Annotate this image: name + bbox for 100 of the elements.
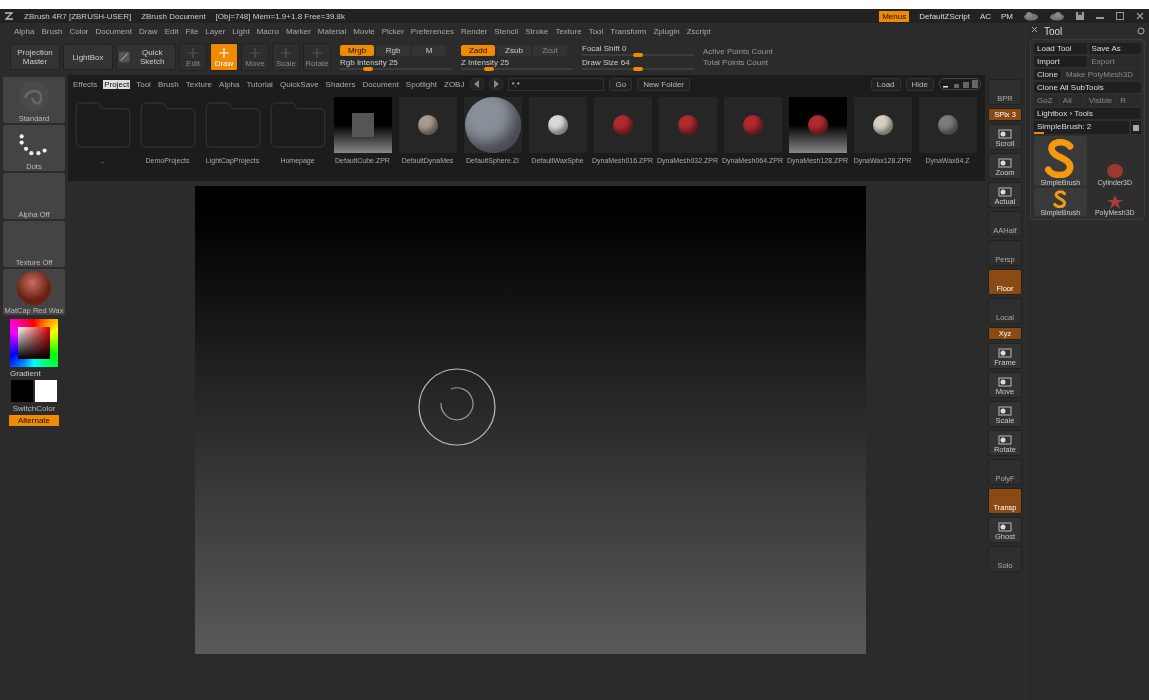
goz-option-button[interactable]: All	[1059, 95, 1084, 106]
menu-item[interactable]: Light	[230, 26, 252, 36]
lightbox-tab[interactable]: Project	[103, 79, 131, 89]
tool-slider[interactable]: SimpleBrush: 2	[1034, 121, 1129, 134]
thumbnail-size-icon[interactable]	[939, 78, 981, 90]
switch-color-button[interactable]: SwitchColor	[12, 404, 56, 413]
reset-button[interactable]	[1131, 121, 1141, 134]
menu-item[interactable]: Marker	[283, 26, 313, 36]
menu-item[interactable]: Zplugin	[651, 26, 682, 36]
slider[interactable]: Focal Shift 0	[582, 44, 694, 56]
menu-item[interactable]: Zscript	[684, 26, 713, 36]
view-icon	[998, 522, 1012, 532]
lightbox-tab[interactable]: Tutorial	[245, 79, 274, 89]
goz-option-button[interactable]: GoZ	[1034, 95, 1058, 106]
export-button[interactable]: Export	[1088, 56, 1141, 67]
cube-thumbnail	[351, 113, 374, 137]
color-picker[interactable]	[10, 319, 58, 367]
lightbox-tab[interactable]: Shaders	[324, 79, 357, 89]
menu-item[interactable]: Brush	[39, 26, 65, 36]
points-count-label: Active Points Count	[703, 47, 774, 56]
rgb-mode-button[interactable]: M	[412, 44, 446, 56]
title-toggle[interactable]: PM	[1001, 11, 1013, 21]
menu-item[interactable]: Texture	[553, 26, 584, 36]
maximize-icon[interactable]	[1115, 11, 1125, 21]
document-canvas[interactable]	[195, 186, 866, 654]
lightbox-tab[interactable]: QuickSave	[278, 79, 320, 89]
path-field[interactable]: *.*	[508, 77, 605, 91]
hide-button[interactable]: Hide	[905, 77, 934, 91]
lightbox-tools-button[interactable]: Lightbox › Tools	[1034, 108, 1141, 119]
settings-icon[interactable]	[1137, 27, 1145, 35]
cylinder-icon	[1105, 163, 1124, 179]
menu-item[interactable]: Preferences	[408, 26, 456, 36]
lightbox-tab[interactable]: ZOBJ	[443, 79, 466, 89]
lightbox-tab[interactable]: Alpha	[218, 79, 241, 89]
import-button[interactable]: Import	[1034, 56, 1087, 67]
cloud-icon[interactable]	[1049, 11, 1065, 21]
menu-item[interactable]: Macro	[254, 26, 281, 36]
lightbox-tab[interactable]: Spotlight	[404, 79, 438, 89]
go-button[interactable]: Go	[609, 77, 633, 91]
title-toggle[interactable]: AC	[979, 11, 991, 21]
lightbox-tab[interactable]: Tool	[135, 79, 152, 89]
clone-all-subtools-button[interactable]: Clone All SubTools	[1034, 82, 1141, 93]
projection-master-button[interactable]: Projection Master	[10, 44, 60, 70]
rgb-mode-button[interactable]: Mrgb	[340, 44, 374, 56]
load-button[interactable]: Load	[870, 77, 901, 91]
menu-item[interactable]: Render	[459, 26, 490, 36]
lightbox-tab[interactable]: Document	[361, 79, 400, 89]
slider[interactable]: Rgb Intensity 25	[340, 57, 452, 70]
quick-sketch-button[interactable]: Quick Sketch	[116, 44, 176, 70]
title-text: ZBrush Document	[141, 11, 206, 21]
save-as-button[interactable]: Save As	[1088, 43, 1141, 54]
palette-title: Tool	[1044, 25, 1063, 37]
gradient-label: Gradient	[10, 369, 41, 378]
menu-item[interactable]: Movie	[351, 26, 377, 36]
rgb-mode-button[interactable]: Rgb	[376, 44, 410, 56]
make-polymesh-button[interactable]: Make PolyMesh3D	[1062, 69, 1141, 80]
lightbox-tab[interactable]: Effects	[72, 79, 99, 89]
lightbox-tab[interactable]: Texture	[184, 79, 214, 89]
close-icon[interactable]	[1135, 11, 1145, 21]
material-sphere-icon	[14, 270, 54, 306]
menu-item[interactable]: Stroke	[523, 26, 551, 36]
menu-item[interactable]: Layer	[203, 26, 228, 36]
save-icon[interactable]	[1075, 11, 1085, 21]
menu-item[interactable]: Edit	[162, 26, 181, 36]
menu-item[interactable]: Transform	[608, 26, 649, 36]
back-arrow-icon	[474, 80, 481, 88]
menu-item[interactable]: Color	[67, 26, 91, 36]
lightbox-button[interactable]: LightBox	[63, 44, 113, 70]
color-swatch[interactable]	[11, 380, 33, 402]
cloud-icon[interactable]	[1023, 11, 1039, 21]
back-button[interactable]	[470, 78, 485, 90]
z-mode-button[interactable]: Zsub	[497, 44, 531, 56]
alternate-button[interactable]: Alternate	[9, 415, 59, 426]
clone-button[interactable]: Clone	[1034, 69, 1061, 80]
goz-option-button[interactable]: R	[1117, 95, 1141, 106]
slider[interactable]: Z Intensity 25	[461, 57, 573, 70]
folder-icon	[204, 102, 261, 148]
menu-item[interactable]: Draw	[136, 26, 160, 36]
lightbox-tab[interactable]: Brush	[156, 79, 180, 89]
menu-item[interactable]: Material	[315, 26, 349, 36]
load-tool-button[interactable]: Load Tool	[1034, 43, 1087, 54]
goz-option-button[interactable]: Visible	[1085, 95, 1116, 106]
folder-icon	[269, 102, 326, 148]
square-icon	[1133, 124, 1139, 131]
color-swatch[interactable]	[35, 380, 57, 402]
view-icon	[998, 348, 1012, 358]
menu-item[interactable]: Tool	[586, 26, 606, 36]
forward-button[interactable]	[489, 78, 504, 90]
view-icon	[998, 158, 1012, 168]
zscript-button[interactable]: DefaultZScript	[919, 11, 970, 21]
menu-item[interactable]: Picker	[379, 26, 406, 36]
new-folder-button[interactable]: New Folder	[637, 77, 691, 91]
menu-item[interactable]: Stencil	[492, 26, 521, 36]
star-icon	[1106, 195, 1123, 209]
slider[interactable]: Draw Size 64	[582, 58, 694, 70]
z-mode-button[interactable]: Zadd	[461, 44, 495, 56]
menu-item[interactable]: File	[183, 26, 201, 36]
menu-item[interactable]: Alpha	[12, 26, 37, 36]
menus-button[interactable]: Menus	[879, 10, 910, 22]
menu-item[interactable]: Document	[93, 26, 134, 36]
